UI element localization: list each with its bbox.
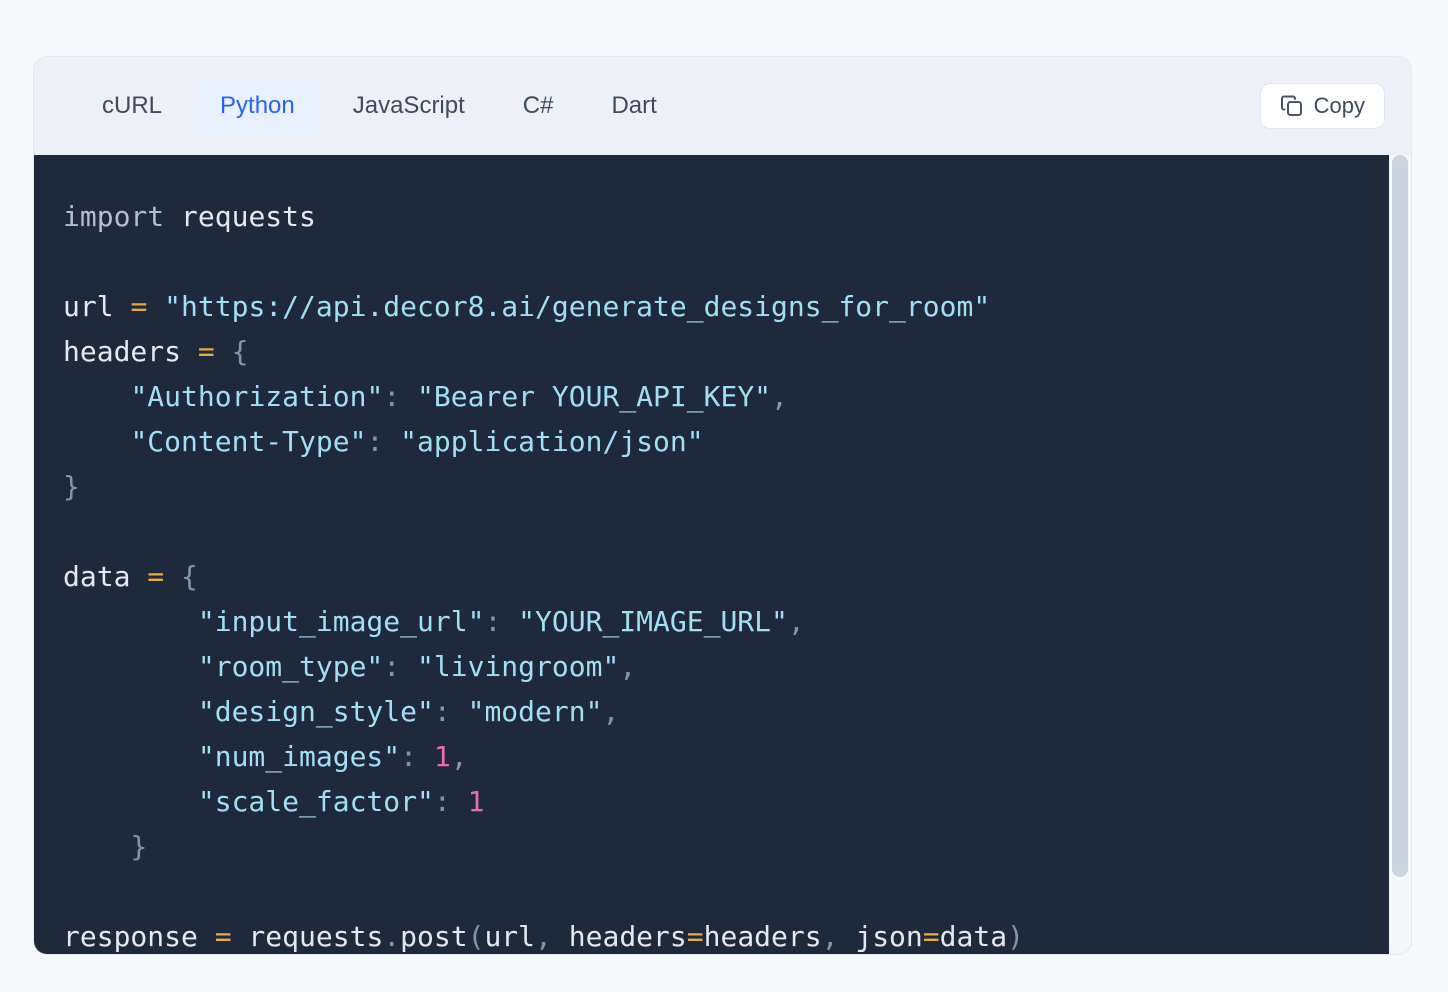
- code-line: "design_style": "modern",: [63, 689, 1389, 734]
- snippet-header: cURLPythonJavaScriptC#Dart Copy: [34, 57, 1411, 155]
- copy-button-label: Copy: [1314, 93, 1365, 119]
- snippet-body: import requests url = "https://api.decor8…: [34, 155, 1411, 954]
- code-line: response = requests.post(url, headers=he…: [63, 914, 1389, 954]
- copy-icon: [1280, 94, 1304, 118]
- code-line: [63, 869, 1389, 914]
- copy-button[interactable]: Copy: [1260, 83, 1385, 129]
- tab-python[interactable]: Python: [196, 77, 319, 135]
- tab-javascript[interactable]: JavaScript: [329, 77, 489, 135]
- code-line: "input_image_url": "YOUR_IMAGE_URL",: [63, 599, 1389, 644]
- code-line: import requests: [63, 194, 1389, 239]
- language-tabs: cURLPythonJavaScriptC#Dart: [78, 77, 681, 135]
- code-line: data = {: [63, 554, 1389, 599]
- scrollbar[interactable]: [1389, 155, 1411, 954]
- tab-curl[interactable]: cURL: [78, 77, 186, 135]
- code-line: "scale_factor": 1: [63, 779, 1389, 824]
- code-line: }: [63, 824, 1389, 869]
- code-line: [63, 509, 1389, 554]
- code-snippet-card: cURLPythonJavaScriptC#Dart Copy import r…: [33, 56, 1412, 955]
- code-line: url = "https://api.decor8.ai/generate_de…: [63, 284, 1389, 329]
- code-line: "room_type": "livingroom",: [63, 644, 1389, 689]
- code-block: import requests url = "https://api.decor8…: [34, 155, 1389, 954]
- code-line: headers = {: [63, 329, 1389, 374]
- code-line: "num_images": 1,: [63, 734, 1389, 779]
- code-line: }: [63, 464, 1389, 509]
- tab-dart[interactable]: Dart: [587, 77, 680, 135]
- scrollbar-thumb[interactable]: [1392, 155, 1408, 877]
- code-line: "Content-Type": "application/json": [63, 419, 1389, 464]
- tab-csharp[interactable]: C#: [499, 77, 578, 135]
- code-line: [63, 239, 1389, 284]
- code-line: "Authorization": "Bearer YOUR_API_KEY",: [63, 374, 1389, 419]
